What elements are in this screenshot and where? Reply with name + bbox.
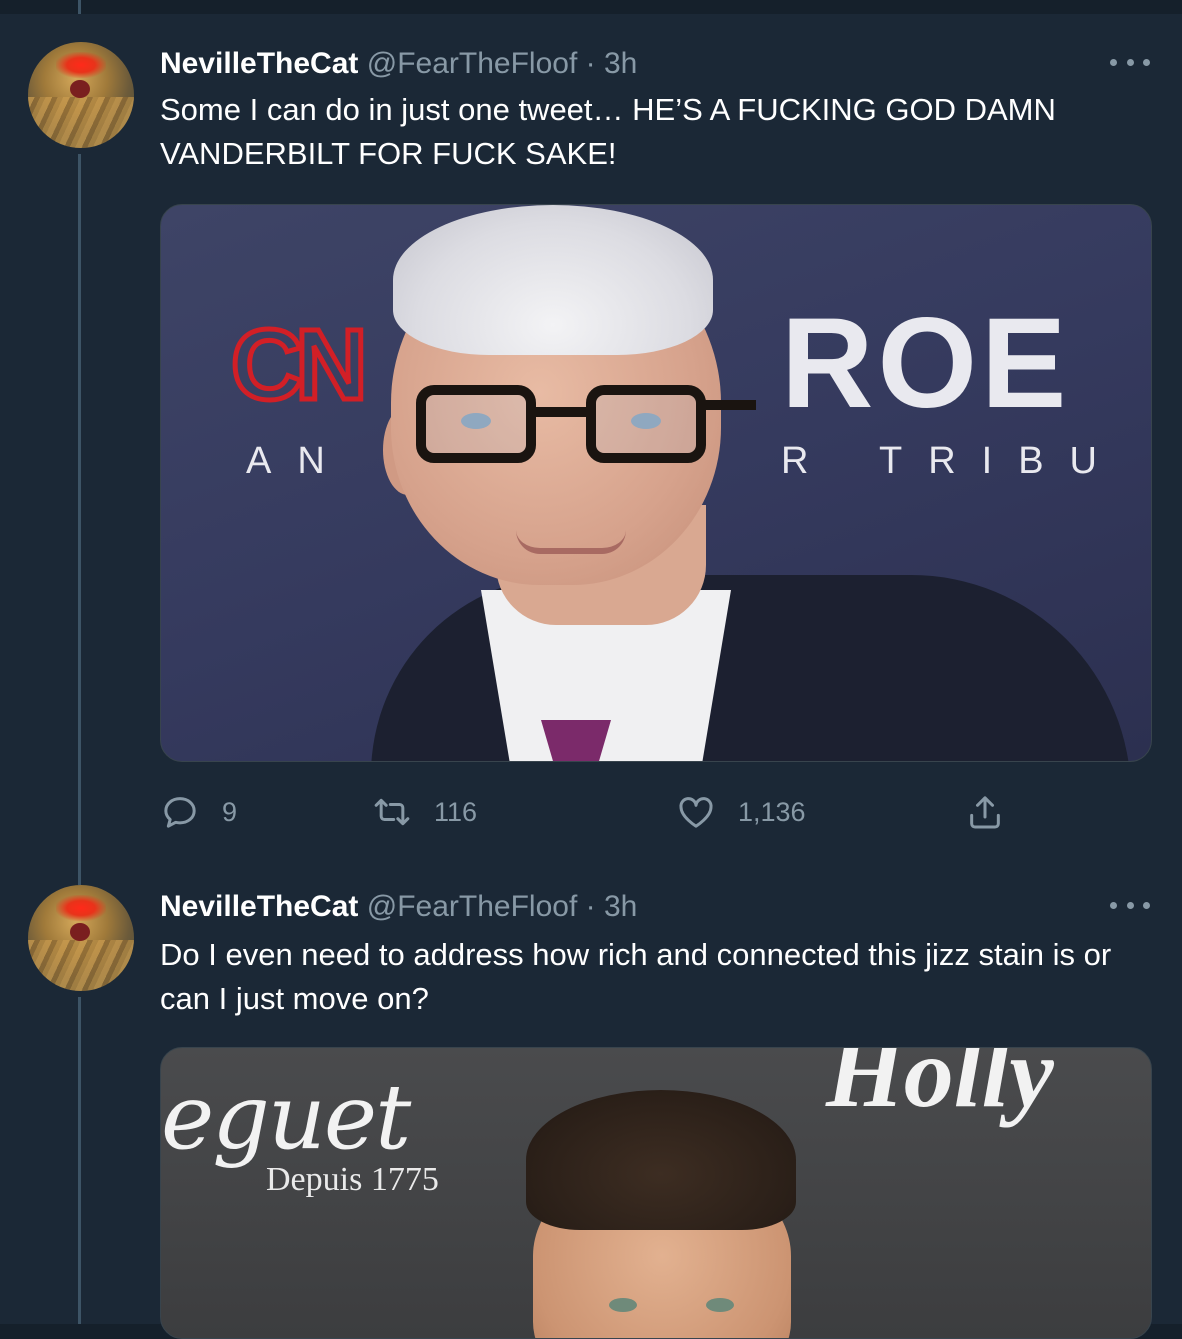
avatar-mouth [70,80,90,98]
author-handle[interactable]: @FearTheFloof [367,47,578,80]
like-count: 1,136 [738,797,806,827]
author-name[interactable]: NevilleTheCat [160,47,358,80]
photo-subline-left: AN [246,440,351,482]
photo-corner-text: Holly [826,1047,1054,1128]
photo-subline-middle: R [781,440,835,482]
header-separator: · [585,47,596,80]
avatar[interactable] [28,42,134,148]
photo-logo-text: CN [228,309,369,421]
header-separator: · [585,890,596,923]
photo-person-eye [706,1298,734,1312]
share-button[interactable] [965,784,1027,840]
photo-brand-text: eguet [161,1065,411,1170]
photo-person-hair [393,205,713,355]
tweet-text: Do I even need to address how rich and c… [160,937,1112,1016]
photo-person-mouth [516,530,626,554]
tweet-photo[interactable]: CN ROE AN R TRIBU [160,204,1152,762]
photo-title-text: ROE [781,292,1071,435]
tweet-text: Some I can do in just one tweet… HE’S A … [160,92,1056,171]
photo-tagline-text: Depuis 1775 [266,1161,439,1198]
avatar-laser-eyes [56,52,106,78]
tweet-header: NevilleTheCat @FearTheFloof · 3h [160,887,637,927]
thread-line-top [78,0,81,14]
tweet-card[interactable]: NevilleTheCat @FearTheFloof · 3h Do I ev… [0,857,1182,1339]
tweet-timestamp[interactable]: 3h [604,47,637,80]
more-options-icon[interactable] [1110,895,1150,915]
reply-count: 9 [222,797,238,827]
retweet-button[interactable]: 116 [372,784,477,840]
reply-icon [164,797,196,828]
tweet-actions: 9 116 1,136 [160,784,1150,840]
avatar[interactable] [28,885,134,991]
photo-person-hair [526,1090,796,1230]
photo-person-tie [541,720,611,761]
thread-line [78,857,81,885]
thread-line [78,997,81,1324]
more-options-icon[interactable] [1110,52,1150,72]
share-icon [970,796,1000,829]
photo-person-eye [609,1298,637,1312]
author-name[interactable]: NevilleTheCat [160,890,358,923]
avatar-laser-eyes [56,895,106,921]
tweet-photo[interactable]: eguet Depuis 1775 Holly [160,1047,1152,1339]
tweet-timestamp[interactable]: 3h [604,890,637,923]
like-icon [679,797,713,828]
tweet-header: NevilleTheCat @FearTheFloof · 3h [160,44,637,84]
tweet-card[interactable]: NevilleTheCat @FearTheFloof · 3h Some I … [0,14,1182,857]
like-button[interactable]: 1,136 [676,784,806,840]
top-strip [0,0,1182,14]
retweet-count: 116 [434,797,478,827]
author-handle[interactable]: @FearTheFloof [367,890,578,923]
thread-line [78,154,81,857]
avatar-mouth [70,923,90,941]
reply-button[interactable]: 9 [160,784,237,840]
photo-subline-right: TRIBU [879,440,1123,482]
retweet-icon [374,798,410,826]
avatar-fur [28,97,134,148]
avatar-fur [28,940,134,991]
photo-person-glasses [416,385,756,470]
